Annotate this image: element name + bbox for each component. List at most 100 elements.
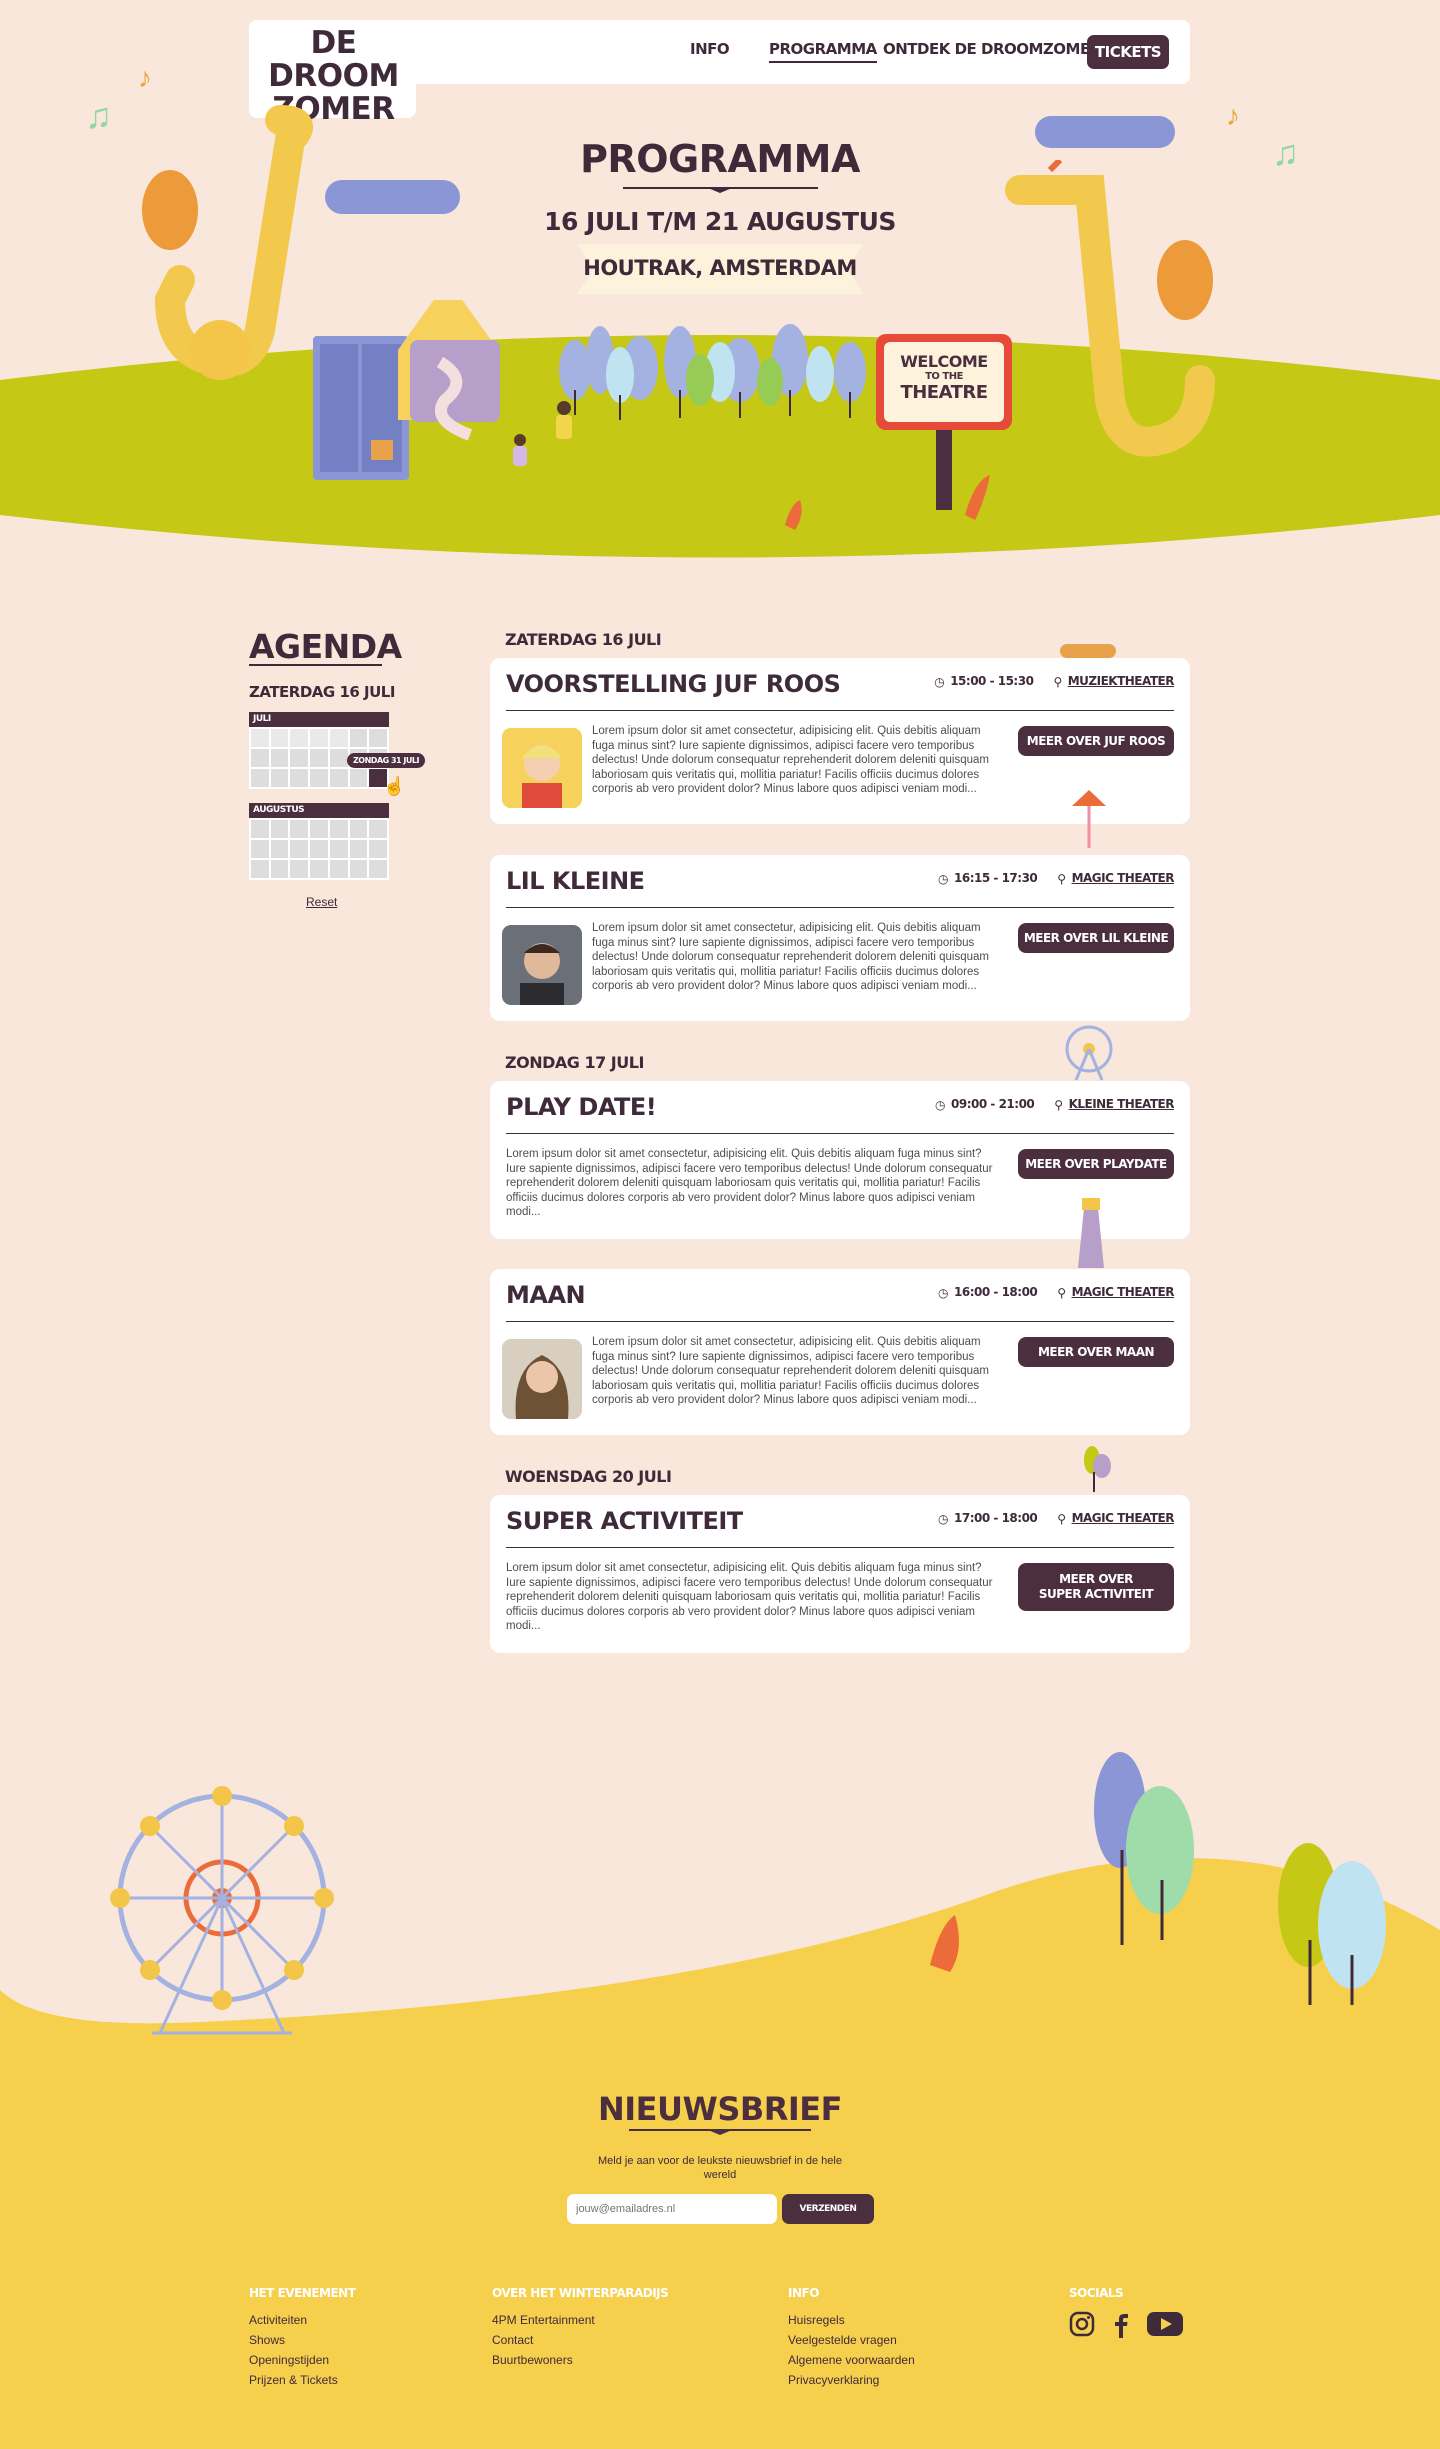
instagram-icon[interactable] <box>1069 2311 1095 2337</box>
tickets-button[interactable]: TICKETS <box>1087 35 1169 69</box>
calendar-day[interactable] <box>270 820 289 838</box>
event-venue[interactable]: ⚲ MAGIC THEATER <box>1057 871 1174 886</box>
social-icons <box>1069 2310 1183 2338</box>
calendar-day[interactable] <box>251 820 269 838</box>
event-venue-link[interactable]: MAGIC THEATER <box>1072 871 1175 885</box>
youtube-icon[interactable] <box>1147 2311 1183 2337</box>
nav-link-info[interactable]: INFO <box>690 40 730 58</box>
location-pin-icon: ⚲ <box>1057 1285 1066 1300</box>
footer-link[interactable]: Algemene voorwaarden <box>788 2350 915 2370</box>
event-photo <box>502 925 582 1005</box>
calendar-day[interactable] <box>270 840 289 858</box>
footer-link[interactable]: Contact <box>492 2330 668 2350</box>
calendar-day[interactable] <box>251 749 269 767</box>
event-venue-link[interactable]: MAGIC THEATER <box>1072 1285 1175 1299</box>
calendar-day[interactable] <box>251 840 269 858</box>
calendar-day[interactable] <box>329 749 348 767</box>
clock-icon: ◷ <box>935 1097 946 1112</box>
newsletter-title: NIEUWSBRIEF <box>597 2090 843 2128</box>
calendar-day[interactable] <box>310 749 328 767</box>
agenda-title: AGENDA <box>249 627 402 666</box>
email-input[interactable] <box>567 2194 777 2224</box>
calendar-day[interactable] <box>329 860 348 878</box>
nav-link-programma[interactable]: PROGRAMMA <box>769 40 877 63</box>
calendar-day[interactable] <box>310 769 328 787</box>
footer-link[interactable]: Buurtbewoners <box>492 2350 668 2370</box>
calendar-day[interactable] <box>270 769 289 787</box>
location-pin-icon: ⚲ <box>1057 871 1066 886</box>
footer-link[interactable]: Huisregels <box>788 2310 915 2330</box>
reset-link[interactable]: Reset <box>306 895 337 909</box>
calendar-day[interactable] <box>310 860 328 878</box>
sign-line-2: TO THE <box>925 371 963 382</box>
more-info-button[interactable]: MEER OVER MAAN <box>1018 1337 1174 1367</box>
event-description: Lorem ipsum dolor sit amet consectetur, … <box>592 922 989 992</box>
calendar-day[interactable] <box>349 860 368 878</box>
calendar-day <box>290 729 309 747</box>
calendar-day[interactable] <box>349 729 368 747</box>
more-info-button[interactable]: MEER OVER LIL KLEINE <box>1018 923 1174 953</box>
calendar-day[interactable] <box>369 820 387 838</box>
footer-background <box>0 1752 1440 2449</box>
more-info-button[interactable]: MEER OVER JUF ROOS <box>1018 726 1174 756</box>
event-venue[interactable]: ⚲ KLEINE THEATER <box>1054 1097 1174 1112</box>
button-line-1: MEER OVER <box>1059 1572 1133 1586</box>
event-venue-link[interactable]: KLEINE THEATER <box>1069 1097 1175 1111</box>
event-venue[interactable]: ⚲ MAGIC THEATER <box>1057 1511 1174 1526</box>
calendar-day <box>310 729 328 747</box>
calendar-day[interactable] <box>270 860 289 878</box>
calendar-day[interactable] <box>369 860 387 878</box>
calendar-day[interactable] <box>369 729 387 747</box>
calendar-day[interactable] <box>290 749 309 767</box>
footer-heading: SOCIALS <box>1069 2286 1124 2300</box>
event-venue-link[interactable]: MAGIC THEATER <box>1072 1511 1175 1525</box>
logo-line-2: DROOM <box>268 58 399 94</box>
welcome-theatre-sign: WELCOME TO THE THEATRE <box>876 334 1012 430</box>
calendar-day[interactable] <box>349 820 368 838</box>
calendar-day[interactable] <box>349 840 368 858</box>
footer-link[interactable]: Veelgestelde vragen <box>788 2330 915 2350</box>
footer-link[interactable]: Shows <box>249 2330 355 2350</box>
calendar-day[interactable] <box>290 820 309 838</box>
submit-newsletter-button[interactable]: VERZENDEN <box>782 2194 874 2224</box>
more-info-button[interactable]: MEER OVER PLAYDATE <box>1018 1149 1174 1179</box>
calendar-day <box>329 729 348 747</box>
footer-heading: HET EVENEMENT <box>249 2286 356 2300</box>
calendar-day[interactable] <box>251 769 269 787</box>
calendar-day[interactable] <box>329 769 348 787</box>
footer-link[interactable]: Prijzen & Tickets <box>249 2370 355 2390</box>
event-card: SUPER ACTIVITEIT ◷ 17:00 - 18:00 ⚲ MAGIC T… <box>490 1495 1190 1653</box>
footer-link[interactable]: Openingstijden <box>249 2350 355 2370</box>
calendar-day[interactable] <box>310 840 328 858</box>
nav-link-ontdek[interactable]: ONTDEK DE DROOMZOMER ⌄ <box>883 40 1118 58</box>
calendar-day[interactable] <box>349 769 368 787</box>
event-venue[interactable]: ⚲ MAGIC THEATER <box>1057 1285 1174 1300</box>
calendar-day[interactable] <box>290 769 309 787</box>
calendar-day[interactable] <box>310 820 328 838</box>
calendar-day[interactable] <box>329 820 348 838</box>
more-info-button[interactable]: MEER OVER SUPER ACTIVITEIT <box>1018 1563 1174 1611</box>
calendar-day[interactable] <box>290 840 309 858</box>
event-venue[interactable]: ⚲ MUZIEKTHEATER <box>1053 674 1174 689</box>
sign-line-1: WELCOME <box>900 352 988 371</box>
event-title: PLAY DATE! <box>506 1093 657 1121</box>
sign-line-3: THEATRE <box>900 382 988 403</box>
event-title: MAAN <box>506 1281 586 1309</box>
footer-link[interactable]: Privacyverklaring <box>788 2370 915 2390</box>
calendar-month-header: JULI <box>249 712 389 727</box>
event-meta: ◷ 09:00 - 21:00 ⚲ KLEINE THEATER <box>935 1097 1174 1112</box>
music-note-icon: ♪ <box>138 62 152 93</box>
calendar-day[interactable] <box>270 749 289 767</box>
calendar-day[interactable] <box>251 860 269 878</box>
facebook-icon[interactable] <box>1111 2310 1131 2338</box>
button-line-2: SUPER ACTIVITEIT <box>1038 1587 1154 1601</box>
calendar-day[interactable] <box>290 860 309 878</box>
music-note-icon: ♫ <box>85 95 112 136</box>
footer-link[interactable]: 4PM Entertainment <box>492 2310 668 2330</box>
footer-link[interactable]: Activiteiten <box>249 2310 355 2330</box>
calendar-day[interactable] <box>329 840 348 858</box>
event-venue-link[interactable]: MUZIEKTHEATER <box>1068 674 1175 688</box>
newsletter-text: Meld je aan voor de leukste nieuwsbrief … <box>598 2155 842 2181</box>
calendar-day[interactable] <box>369 840 387 858</box>
carousel-illustration <box>1072 790 1106 850</box>
